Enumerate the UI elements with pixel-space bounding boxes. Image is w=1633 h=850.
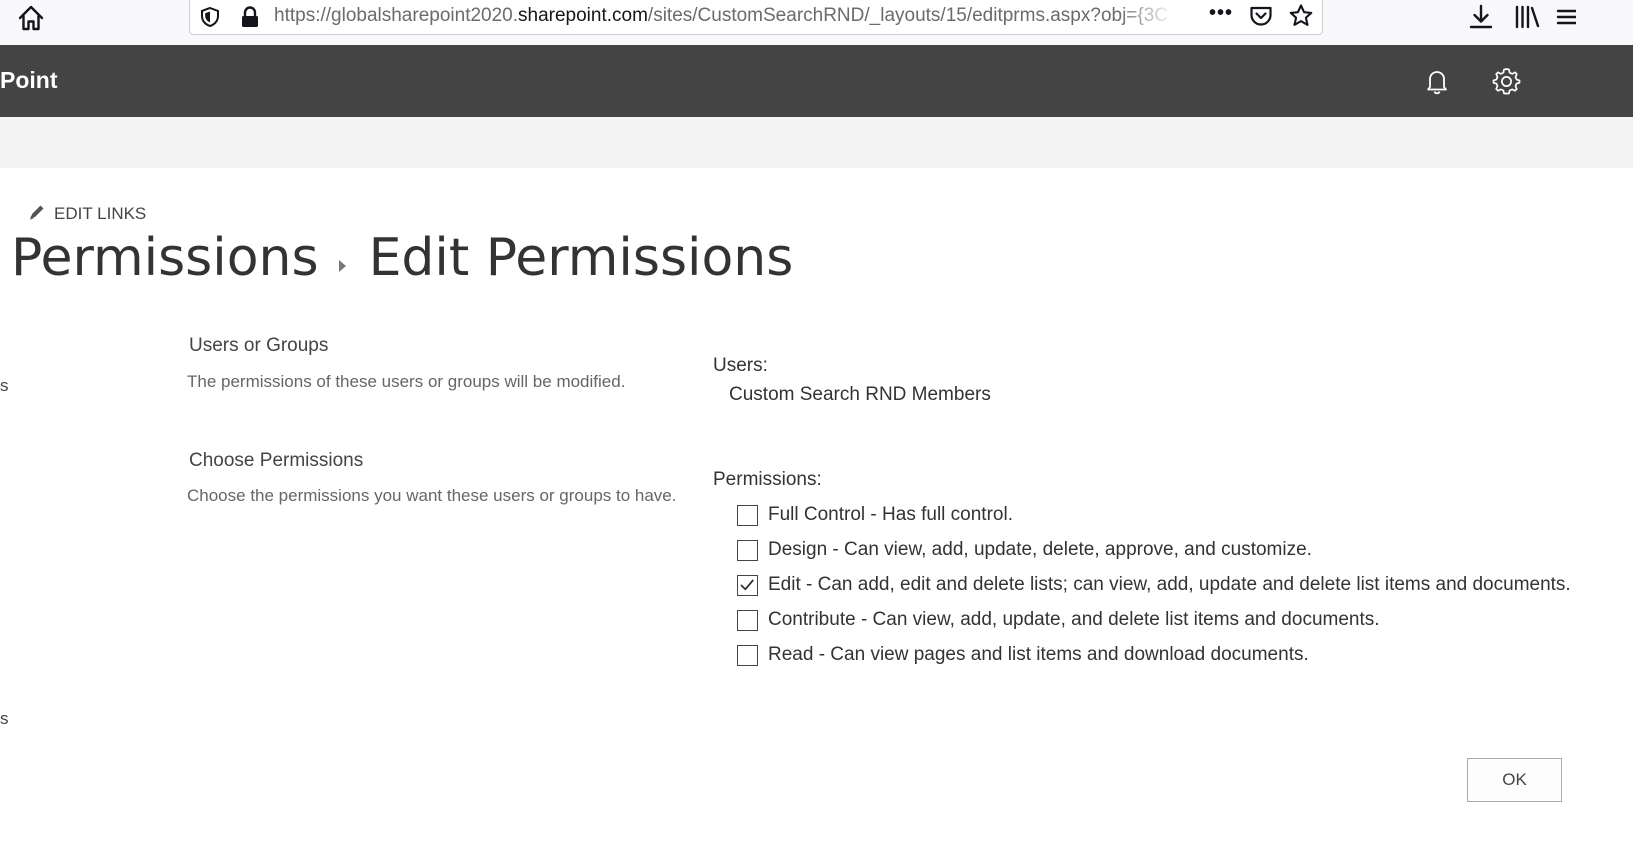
users-value: Custom Search RND Members xyxy=(729,384,991,405)
downloads-icon[interactable] xyxy=(1466,2,1496,32)
page-actions-more-icon[interactable]: ••• xyxy=(1206,3,1236,29)
permissions-field-label: Permissions: xyxy=(713,469,822,490)
pocket-icon[interactable] xyxy=(1248,4,1274,30)
settings-gear-icon[interactable] xyxy=(1490,65,1523,98)
browser-toolbar: https://globalsharepoint2020.sharepoint.… xyxy=(0,0,1633,45)
permission-label[interactable]: Design - Can view, add, update, delete, … xyxy=(768,539,1312,561)
permission-label[interactable]: Read - Can view pages and list items and… xyxy=(768,644,1309,666)
lock-icon[interactable] xyxy=(239,5,261,29)
edit-links-label: EDIT LINKS xyxy=(54,204,147,223)
permissions-section-title: Choose Permissions xyxy=(189,450,364,471)
breadcrumb-permissions-link[interactable]: Permissions xyxy=(11,228,319,288)
permission-checkbox[interactable] xyxy=(737,505,758,526)
app-title[interactable]: Point xyxy=(0,67,58,94)
suite-bar: Point xyxy=(0,45,1633,117)
left-nav-item-clipped[interactable]: s xyxy=(0,709,9,729)
url-prefix: https://globalsharepoint2020. xyxy=(274,5,519,26)
permission-label[interactable]: Edit - Can add, edit and delete lists; c… xyxy=(768,574,1571,596)
url-text[interactable]: https://globalsharepoint2020.sharepoint.… xyxy=(274,5,1174,31)
permission-label[interactable]: Contribute - Can view, add, update, and … xyxy=(768,609,1380,631)
url-domain: sharepoint.com xyxy=(518,5,648,26)
permission-options-list: Full Control - Has full control. Design … xyxy=(737,503,1617,678)
tracking-protection-shield-icon[interactable] xyxy=(199,6,221,28)
ok-button[interactable]: OK xyxy=(1467,758,1562,802)
home-icon[interactable] xyxy=(16,3,46,33)
permission-checkbox[interactable] xyxy=(737,575,758,596)
library-icon[interactable] xyxy=(1512,2,1542,32)
permission-label[interactable]: Full Control - Has full control. xyxy=(768,504,1013,526)
app-menu-icon[interactable] xyxy=(1556,2,1578,32)
permissions-section-description: Choose the permissions you want these us… xyxy=(187,486,677,505)
left-nav-item-clipped[interactable]: s xyxy=(0,376,9,396)
breadcrumb-separator-icon xyxy=(319,228,369,298)
users-section-title: Users or Groups xyxy=(189,335,329,356)
permission-option-edit[interactable]: Edit - Can add, edit and delete lists; c… xyxy=(737,573,1617,608)
notifications-bell-icon[interactable] xyxy=(1421,65,1453,97)
permission-checkbox[interactable] xyxy=(737,645,758,666)
page-title-breadcrumb: Permissions Edit Permissions xyxy=(11,228,793,298)
permission-option-full-control[interactable]: Full Control - Has full control. xyxy=(737,503,1617,538)
breadcrumb-current-page: Edit Permissions xyxy=(368,228,794,288)
permission-option-read[interactable]: Read - Can view pages and list items and… xyxy=(737,643,1617,678)
permission-checkbox[interactable] xyxy=(737,610,758,631)
address-bar[interactable]: https://globalsharepoint2020.sharepoint.… xyxy=(189,0,1323,35)
edit-links[interactable]: EDIT LINKS xyxy=(28,203,146,225)
users-section-description: The permissions of these users or groups… xyxy=(187,372,626,391)
checkmark-icon xyxy=(740,579,754,591)
permission-option-contribute[interactable]: Contribute - Can view, add, update, and … xyxy=(737,608,1617,643)
permission-checkbox[interactable] xyxy=(737,540,758,561)
url-path: /sites/CustomSearchRND/_layouts/15/editp… xyxy=(647,5,1169,26)
ribbon-band xyxy=(0,117,1633,168)
pencil-icon xyxy=(28,203,46,221)
users-field-label: Users: xyxy=(713,355,768,376)
permission-option-design[interactable]: Design - Can view, add, update, delete, … xyxy=(737,538,1617,573)
bookmark-star-icon[interactable] xyxy=(1288,3,1314,29)
